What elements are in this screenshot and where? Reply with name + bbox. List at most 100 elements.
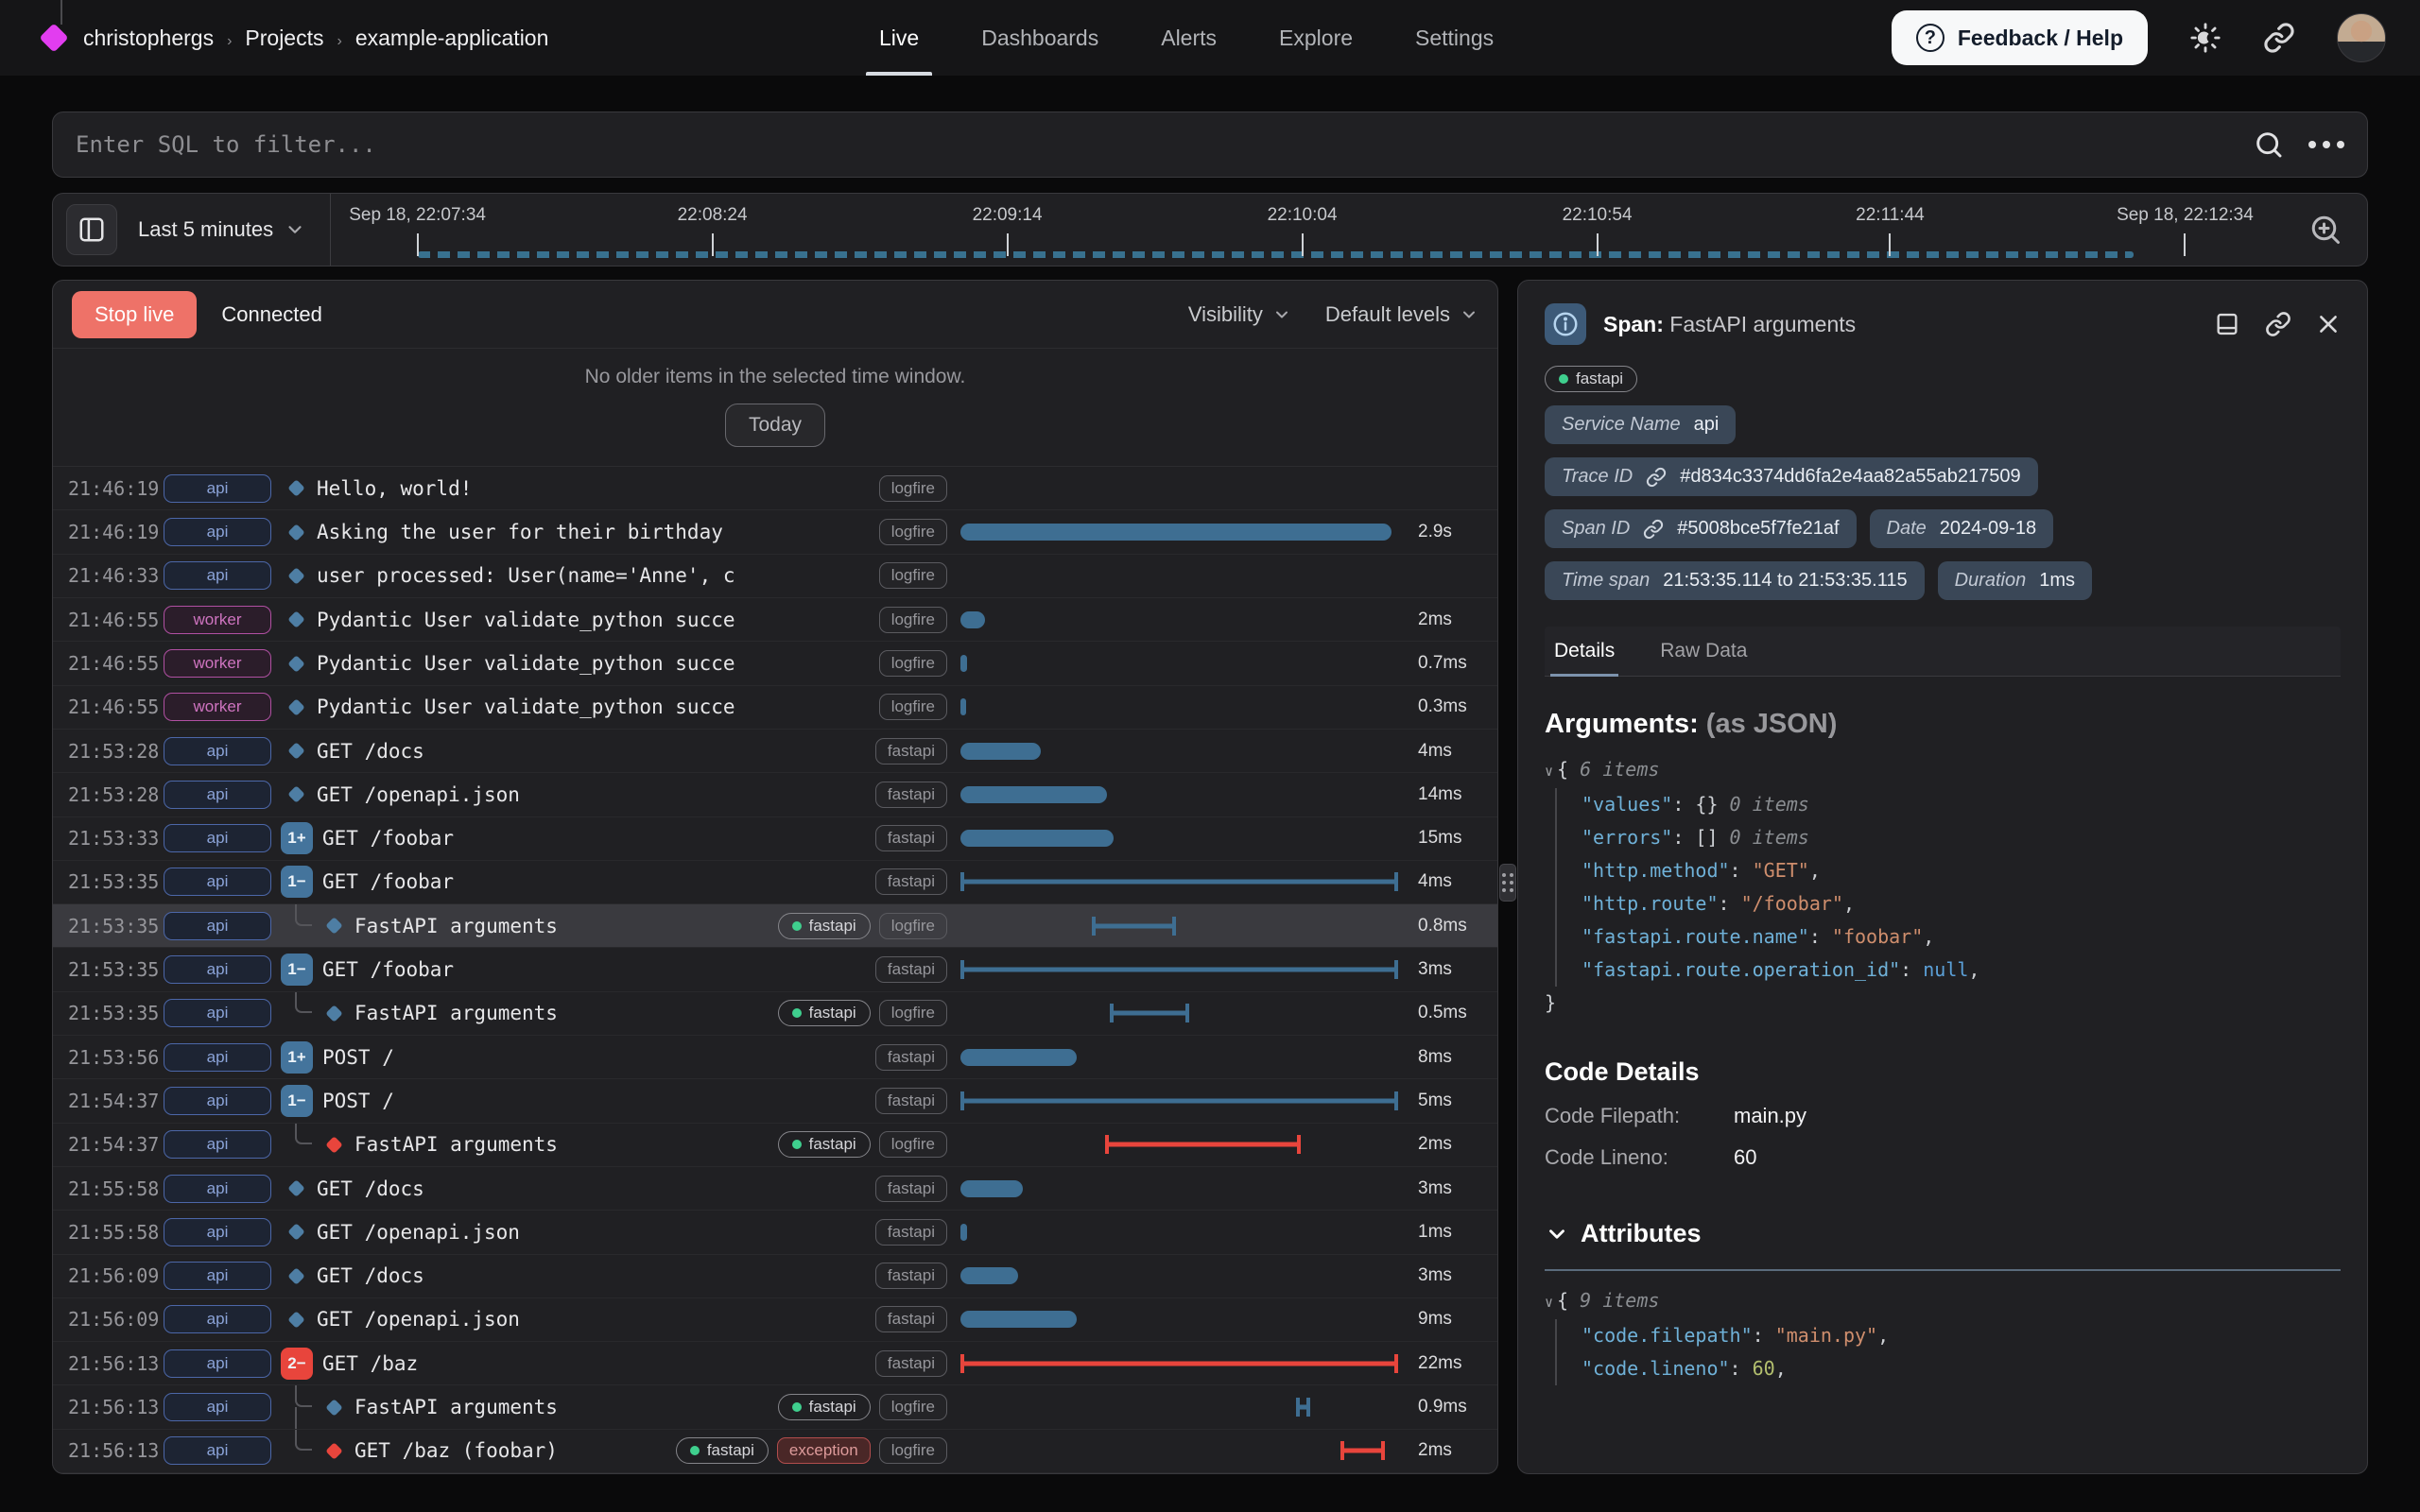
service-badge[interactable]: api	[164, 1175, 271, 1203]
metadata-chip[interactable]: Time span21:53:35.114 to 21:53:35.115	[1545, 561, 1925, 600]
dock-panel-icon[interactable]	[2214, 311, 2240, 337]
service-badge[interactable]: api	[164, 912, 271, 940]
more-options-icon[interactable]	[2308, 141, 2344, 148]
log-row[interactable]: 21:53:35apiFastAPI argumentsfastapilogfi…	[53, 992, 1497, 1036]
service-badge[interactable]: api	[164, 474, 271, 503]
service-badge[interactable]: api	[164, 1262, 271, 1290]
scope-tag[interactable]: fastapi	[875, 1219, 947, 1246]
collapse-toggle[interactable]: 1+	[281, 822, 313, 854]
metadata-chip[interactable]: Date2024-09-18	[1870, 509, 2054, 548]
log-row[interactable]: 21:56:13apiGET /baz (foobar)fastapiexcep…	[53, 1430, 1497, 1473]
metadata-chip[interactable]: Duration1ms	[1938, 561, 2092, 600]
scope-tag[interactable]: logfire	[879, 1437, 947, 1464]
log-row[interactable]: 21:53:28apiGET /docsfastapi4ms	[53, 730, 1497, 773]
tab-dashboards[interactable]: Dashboards	[981, 0, 1098, 76]
scope-pill[interactable]: fastapi	[778, 1394, 871, 1420]
scope-tag[interactable]: fastapi	[875, 1176, 947, 1202]
scope-pill[interactable]: fastapi	[778, 1131, 871, 1158]
collapse-toggle[interactable]: 2−	[281, 1348, 313, 1380]
scope-tag[interactable]: logfire	[879, 562, 947, 589]
metadata-chip[interactable]: Service Nameapi	[1545, 405, 1736, 444]
log-row[interactable]: 21:46:55workerPydantic User validate_pyt…	[53, 686, 1497, 730]
theme-toggle-icon[interactable]	[2189, 22, 2221, 54]
service-badge[interactable]: api	[164, 868, 271, 896]
scope-tag[interactable]: logfire	[879, 913, 947, 939]
service-badge[interactable]: api	[164, 737, 271, 765]
logfire-logo-icon[interactable]	[39, 23, 68, 52]
log-row[interactable]: 21:53:28apiGET /openapi.jsonfastapi14ms	[53, 773, 1497, 816]
scope-tag[interactable]: fastapi	[875, 1088, 947, 1114]
scope-tag[interactable]: logfire	[879, 475, 947, 502]
log-row[interactable]: 21:56:13apiFastAPI argumentsfastapilogfi…	[53, 1385, 1497, 1429]
log-row[interactable]: 21:53:35api1−GET /foobarfastapi4ms	[53, 861, 1497, 904]
default-levels-dropdown[interactable]: Default levels	[1325, 302, 1478, 327]
feedback-help-button[interactable]: Feedback / Help	[1892, 10, 2148, 65]
service-badge[interactable]: api	[164, 518, 271, 546]
tab-explore[interactable]: Explore	[1279, 0, 1353, 76]
tab-details[interactable]: Details	[1550, 627, 1618, 676]
scope-tag[interactable]: logfire	[879, 1000, 947, 1026]
timeline-track[interactable]: Sep 18, 22:07:3422:08:2422:09:1422:10:04…	[330, 194, 2297, 266]
service-badge[interactable]: api	[164, 1349, 271, 1378]
service-badge[interactable]: api	[164, 955, 271, 984]
service-badge[interactable]: worker	[164, 606, 271, 634]
scope-tag[interactable]: logfire	[879, 519, 947, 545]
log-row[interactable]: 21:56:09apiGET /docsfastapi3ms	[53, 1255, 1497, 1298]
copy-link-icon[interactable]	[2265, 311, 2291, 337]
today-button[interactable]: Today	[725, 404, 825, 447]
json-collapse-icon[interactable]: ∨	[1545, 1294, 1553, 1311]
service-badge[interactable]: worker	[164, 649, 271, 678]
service-badge[interactable]: api	[164, 1436, 271, 1465]
scope-tag[interactable]: logfire	[879, 650, 947, 677]
log-row[interactable]: 21:46:55workerPydantic User validate_pyt…	[53, 598, 1497, 642]
tab-raw-data[interactable]: Raw Data	[1656, 627, 1751, 676]
stop-live-button[interactable]: Stop live	[72, 291, 197, 338]
sidebar-toggle-icon[interactable]	[66, 204, 117, 255]
scope-pill[interactable]: fastapi	[676, 1437, 769, 1464]
scope-tag[interactable]: fastapi	[875, 1044, 947, 1071]
sql-filter-input[interactable]	[76, 131, 2254, 158]
log-row[interactable]: 21:53:35api1−GET /foobarfastapi3ms	[53, 948, 1497, 991]
scope-pill[interactable]: fastapi	[778, 913, 871, 939]
zoom-in-icon[interactable]	[2297, 213, 2354, 247]
tab-alerts[interactable]: Alerts	[1161, 0, 1217, 76]
log-row[interactable]: 21:46:33apiuser processed: User(name='An…	[53, 555, 1497, 598]
log-row[interactable]: 21:56:09apiGET /openapi.jsonfastapi9ms	[53, 1298, 1497, 1342]
log-row[interactable]: 21:46:19apiHello, world!logfire	[53, 467, 1497, 510]
service-badge[interactable]: api	[164, 1087, 271, 1115]
service-badge[interactable]: api	[164, 781, 271, 809]
scope-tag[interactable]: fastapi	[875, 825, 947, 851]
scope-pill[interactable]: fastapi	[1545, 366, 1637, 392]
service-badge[interactable]: api	[164, 561, 271, 590]
tab-live[interactable]: Live	[879, 0, 919, 76]
collapse-toggle[interactable]: 1−	[281, 1085, 313, 1117]
log-row[interactable]: 21:55:58apiGET /openapi.jsonfastapi1ms	[53, 1211, 1497, 1254]
service-badge[interactable]: worker	[164, 693, 271, 721]
attributes-section-toggle[interactable]: Attributes	[1545, 1219, 2341, 1248]
service-badge[interactable]: api	[164, 824, 271, 852]
service-badge[interactable]: api	[164, 999, 271, 1027]
log-row[interactable]: 21:56:13api2−GET /bazfastapi22ms	[53, 1342, 1497, 1385]
scope-pill[interactable]: fastapi	[778, 1000, 871, 1026]
scope-tag[interactable]: fastapi	[875, 1306, 947, 1332]
collapse-toggle[interactable]: 1−	[281, 954, 313, 986]
log-row[interactable]: 21:53:56api1+POST /fastapi8ms	[53, 1036, 1497, 1079]
service-badge[interactable]: api	[164, 1130, 271, 1159]
share-link-icon[interactable]	[2263, 22, 2295, 54]
scope-tag[interactable]: logfire	[879, 607, 947, 633]
log-row[interactable]: 21:54:37api1−POST /fastapi5ms	[53, 1079, 1497, 1123]
log-row[interactable]: 21:46:19apiAsking the user for their bir…	[53, 510, 1497, 554]
log-row[interactable]: 21:53:33api1+GET /foobarfastapi15ms	[53, 817, 1497, 861]
scope-tag[interactable]: logfire	[879, 1394, 947, 1420]
scope-tag[interactable]: fastapi	[875, 738, 947, 765]
log-row[interactable]: 21:54:37apiFastAPI argumentsfastapilogfi…	[53, 1124, 1497, 1167]
time-range-dropdown[interactable]: Last 5 minutes	[138, 217, 305, 242]
tab-settings[interactable]: Settings	[1415, 0, 1494, 76]
service-badge[interactable]: api	[164, 1043, 271, 1072]
visibility-dropdown[interactable]: Visibility	[1188, 302, 1291, 327]
log-row[interactable]: 21:46:55workerPydantic User validate_pyt…	[53, 642, 1497, 685]
json-collapse-icon[interactable]: ∨	[1545, 763, 1553, 780]
collapse-toggle[interactable]: 1+	[281, 1041, 313, 1074]
close-icon[interactable]	[2316, 312, 2341, 336]
service-badge[interactable]: api	[164, 1305, 271, 1333]
